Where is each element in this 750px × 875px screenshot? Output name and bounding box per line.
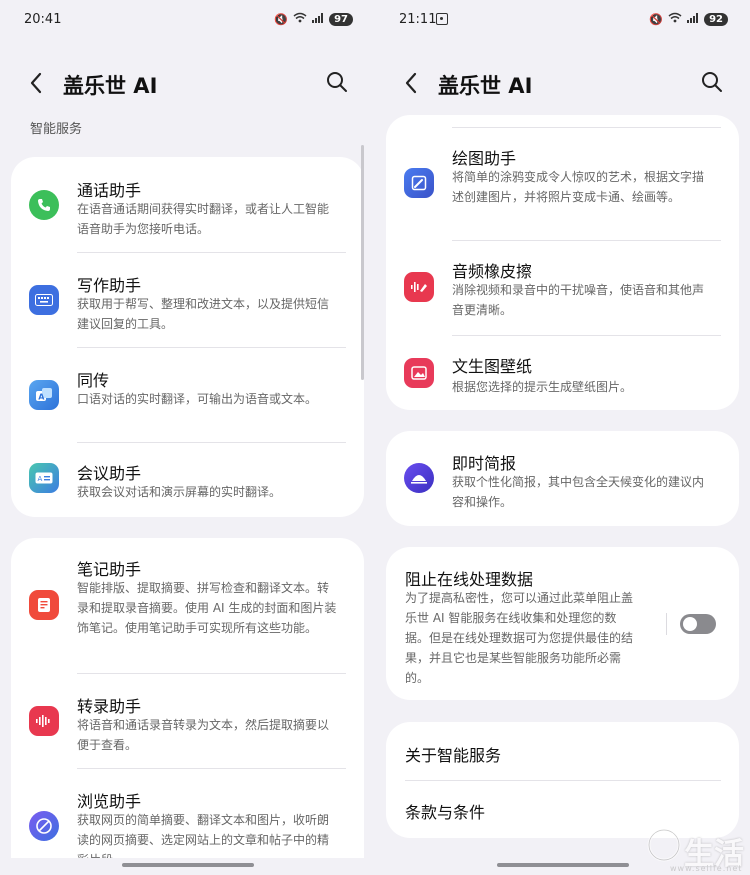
services-card-3: 绘图助手 将简单的涂鸦变成令人惊叹的艺术，根据文字描述创建图片，并将照片变成卡通…	[386, 115, 739, 410]
item-name: 即时简报	[452, 454, 517, 473]
separator	[666, 613, 667, 635]
item-name: 文生图壁纸	[452, 357, 533, 376]
screen-record-icon	[436, 13, 448, 25]
list-item-interpreter[interactable]: A 同传 口语对话的实时翻译，可输出为语音或文本。	[11, 348, 364, 442]
links-card: 关于智能服务 条款与条件	[386, 722, 739, 838]
mute-icon: 🔇	[274, 12, 289, 26]
browser-icon	[29, 811, 59, 841]
privacy-desc: 为了提高私密性，您可以通过此菜单阻止盖乐世 AI 智能服务在线收集和处理您的数据…	[405, 591, 634, 685]
translate-icon: A	[29, 380, 59, 410]
list-item-note-assist[interactable]: 笔记助手 智能排版、提取摘要、拼写检查和翻译文本。转录和提取录音摘要。使用 AI…	[11, 538, 364, 673]
item-desc: 获取网页的简单摘要、翻译文本和图片，收听朗读的网页摘要、选定网站上的文章和帖子中…	[77, 813, 330, 858]
watermark: 生活 www.sellfe.net	[644, 825, 746, 873]
item-desc: 消除视频和录音中的干扰噪音，使语音和其他声音更清晰。	[452, 283, 705, 317]
back-button[interactable]	[401, 70, 423, 96]
status-icons: 🔇 92	[649, 12, 728, 26]
svg-text:A: A	[38, 475, 43, 483]
wifi-icon	[293, 12, 307, 26]
list-item-call-assist[interactable]: 通话助手 在语音通话期间获得实时翻译，或者让人工智能语音助手为您接听电话。	[11, 157, 364, 252]
item-desc: 将简单的涂鸦变成令人惊叹的艺术，根据文字描述创建图片，并将照片变成卡通、绘画等。	[452, 170, 705, 204]
status-bar: 20:41 🔇 97	[0, 12, 375, 30]
item-desc: 将语音和通话录音转录为文本，然后提取摘要以便于查看。	[77, 718, 330, 752]
page-title: 盖乐世 AI	[63, 74, 158, 98]
item-name: 浏览助手	[77, 792, 142, 811]
watermark-logo	[647, 828, 681, 862]
signal-icon	[312, 12, 324, 26]
phone-icon	[29, 190, 59, 220]
list-item-meeting-assist[interactable]: A 会议助手 获取会议对话和演示屏幕的实时翻译。	[11, 443, 364, 517]
search-icon	[327, 72, 347, 92]
transcript-icon	[29, 706, 59, 736]
page-title: 盖乐世 AI	[438, 74, 533, 98]
item-name: 音频橡皮擦	[452, 262, 533, 281]
list-item-ai-wallpaper[interactable]: 文生图壁纸 根据您选择的提示生成壁纸图片。	[386, 336, 739, 410]
nav-handle[interactable]	[497, 863, 629, 867]
sketch-icon	[404, 168, 434, 198]
scrollbar[interactable]	[361, 145, 364, 380]
item-desc: 在语音通话期间获得实时翻译，或者让人工智能语音助手为您接听电话。	[77, 202, 330, 236]
svg-text:A: A	[38, 393, 45, 402]
app-bar: 盖乐世 AI	[0, 66, 375, 102]
list-item-browsing-assist[interactable]: 浏览助手 获取网页的简单摘要、翻译文本和图片，收听朗读的网页摘要、选定网站上的文…	[11, 769, 364, 858]
watermark-url: www.sellfe.net	[670, 864, 743, 873]
status-time: 21:11	[399, 12, 437, 27]
item-name: 转录助手	[77, 697, 142, 716]
privacy-card: 阻止在线处理数据 为了提高私密性，您可以通过此菜单阻止盖乐世 AI 智能服务在线…	[386, 547, 739, 700]
item-name: 通话助手	[77, 181, 142, 200]
item-name: 笔记助手	[77, 560, 142, 579]
app-bar: 盖乐世 AI	[375, 66, 750, 102]
item-desc: 获取用于帮写、整理和改进文本，以及提供短信建议回复的工具。	[77, 297, 330, 331]
status-time: 20:41	[24, 12, 62, 27]
chevron-left-icon	[405, 72, 417, 94]
audio-eraser-icon	[404, 272, 434, 302]
signal-icon	[687, 12, 699, 26]
meeting-icon: A	[29, 463, 59, 493]
nav-handle[interactable]	[122, 863, 254, 867]
services-card-2: 笔记助手 智能排版、提取摘要、拼写检查和翻译文本。转录和提取录音摘要。使用 AI…	[11, 538, 364, 858]
keyboard-icon	[29, 285, 59, 315]
section-label: 智能服务	[30, 122, 83, 137]
wallpaper-icon	[404, 358, 434, 388]
chevron-left-icon	[30, 72, 42, 94]
wifi-icon	[668, 12, 682, 26]
search-button[interactable]	[700, 70, 724, 94]
list-item-transcript-assist[interactable]: 转录助手 将语音和通话录音转录为文本，然后提取摘要以便于查看。	[11, 674, 364, 768]
privacy-setting-row[interactable]: 阻止在线处理数据 为了提高私密性，您可以通过此菜单阻止盖乐世 AI 智能服务在线…	[386, 547, 739, 700]
item-name: 会议助手	[77, 464, 142, 483]
item-desc: 获取会议对话和演示屏幕的实时翻译。	[77, 485, 282, 499]
mute-icon: 🔇	[649, 12, 664, 26]
item-desc: 获取个性化简报，其中包含全天候变化的建议内容和操作。	[452, 475, 705, 509]
list-item-sketch-assist[interactable]: 绘图助手 将简单的涂鸦变成令人惊叹的艺术，根据文字描述创建图片，并将照片变成卡通…	[386, 128, 739, 240]
notes-icon	[29, 590, 59, 620]
item-name: 写作助手	[77, 276, 142, 295]
item-desc: 智能排版、提取摘要、拼写检查和翻译文本。转录和提取录音摘要。使用 AI 生成的封…	[77, 581, 337, 635]
briefing-card: 即时简报 获取个性化简报，其中包含全天候变化的建议内容和操作。	[386, 431, 739, 526]
status-icons: 🔇 97	[274, 12, 353, 26]
privacy-title: 阻止在线处理数据	[405, 570, 534, 589]
status-bar: 21:11 🔇 92	[375, 12, 750, 30]
search-button[interactable]	[325, 70, 349, 94]
link-label: 条款与条件	[405, 803, 486, 822]
privacy-toggle[interactable]	[680, 614, 716, 634]
search-icon	[702, 72, 722, 92]
list-item-writing-assist[interactable]: 写作助手 获取用于帮写、整理和改进文本，以及提供短信建议回复的工具。	[11, 253, 364, 347]
item-name: 同传	[77, 371, 110, 390]
list-item-now-brief[interactable]: 即时简报 获取个性化简报，其中包含全天候变化的建议内容和操作。	[386, 431, 739, 526]
link-about-services[interactable]: 关于智能服务	[386, 722, 739, 780]
link-label: 关于智能服务	[405, 746, 502, 765]
list-item-audio-eraser[interactable]: 音频橡皮擦 消除视频和录音中的干扰噪音，使语音和其他声音更清晰。	[386, 241, 739, 335]
item-desc: 根据您选择的提示生成壁纸图片。	[452, 380, 633, 394]
item-desc: 口语对话的实时翻译，可输出为语音或文本。	[77, 392, 318, 406]
back-button[interactable]	[26, 70, 48, 96]
left-screen: 20:41 🔇 97 盖乐世 AI 智能服务 通话助手 在语音通话期间获得实时翻…	[0, 0, 375, 875]
battery-badge: 92	[704, 12, 728, 26]
item-name: 绘图助手	[452, 149, 517, 168]
briefing-icon	[404, 463, 434, 493]
battery-badge: 97	[329, 12, 353, 26]
right-screen: 21:11 🔇 92 盖乐世 AI 绘图助手 将简单的涂鸦变成令人惊叹的艺术，根…	[375, 0, 750, 875]
services-card-1: 通话助手 在语音通话期间获得实时翻译，或者让人工智能语音助手为您接听电话。 写作…	[11, 157, 364, 517]
